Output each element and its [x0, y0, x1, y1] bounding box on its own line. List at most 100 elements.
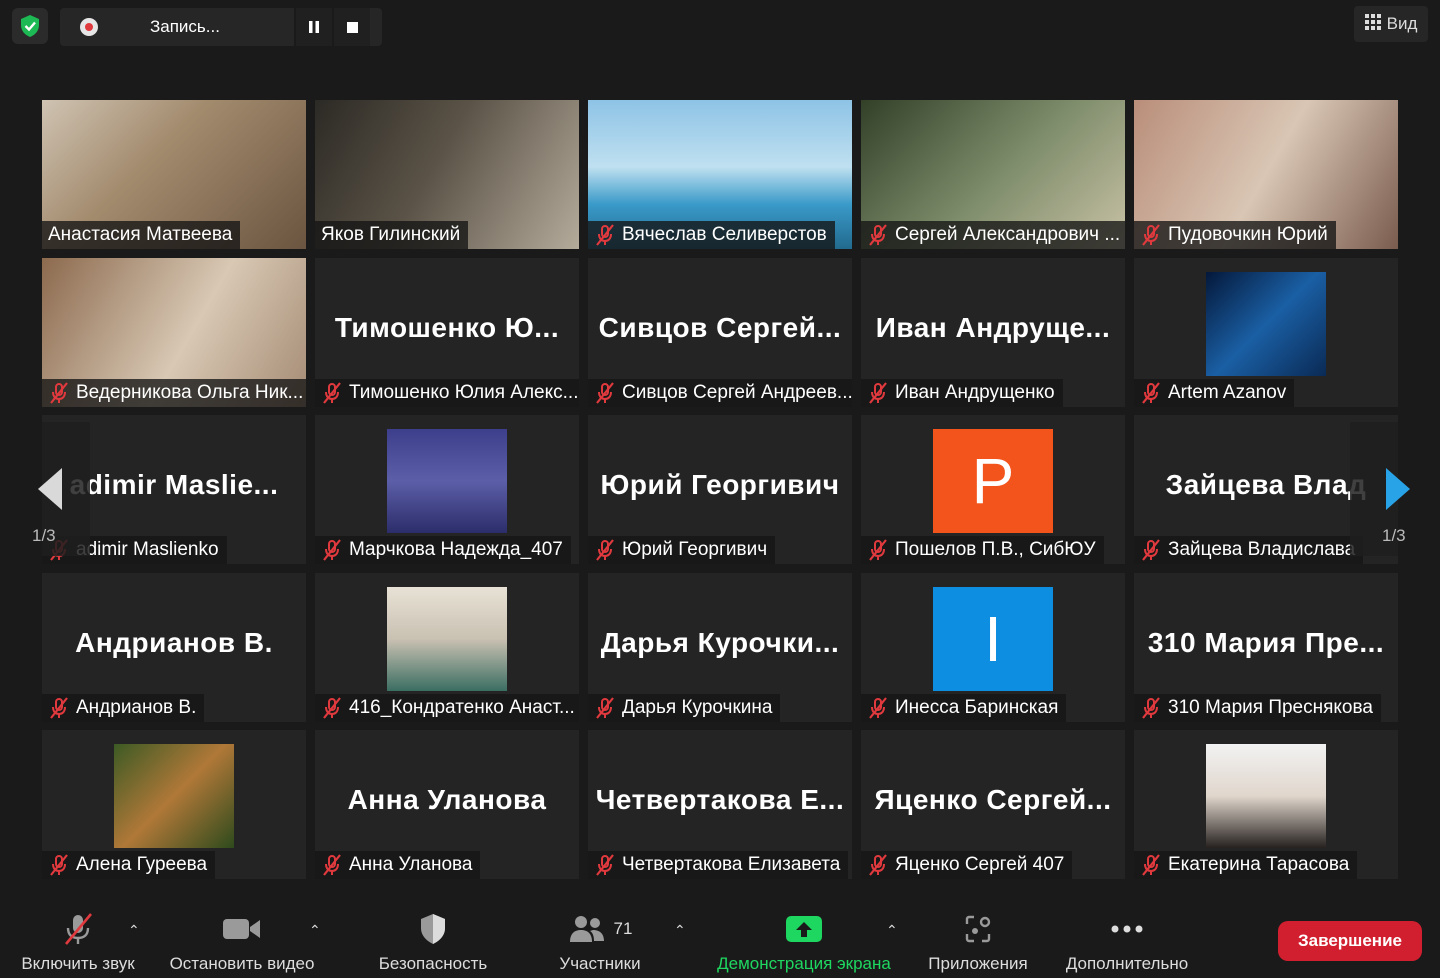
security-shield-icon[interactable] [12, 8, 48, 44]
participant-display-name: Андрианов В. [75, 627, 273, 658]
muted-mic-icon [321, 697, 343, 719]
page-indicator-left: 1/3 [32, 526, 56, 545]
participant-tile[interactable]: Алена Гуреева [42, 730, 306, 879]
more-button[interactable]: Дополнительно [1056, 898, 1198, 978]
participant-tile[interactable]: Пудовочкин Юрий [1134, 100, 1398, 249]
participant-name: Андрианов В. [76, 697, 197, 718]
audio-options-chevron-icon[interactable]: ⌃ [128, 922, 140, 939]
participant-tile[interactable]: Юрий Георгивич Юрий Георгивич [588, 415, 852, 564]
participant-name-label: Зайцева Владислава [1134, 536, 1364, 564]
muted-mic-icon [48, 697, 70, 719]
muted-mic-icon [867, 539, 889, 561]
apps-button[interactable]: Приложения [918, 898, 1038, 978]
participant-name: Пошелов П.В., СибЮУ [895, 539, 1096, 560]
participant-tile[interactable]: I Инесса Баринская [861, 573, 1125, 722]
muted-mic-icon [594, 224, 616, 246]
muted-mic-icon [867, 224, 889, 246]
recording-indicator-icon [80, 18, 98, 36]
muted-mic-icon [1140, 697, 1162, 719]
participants-button[interactable]: 71 Участники [548, 898, 652, 978]
more-label: Дополнительно [1065, 954, 1189, 973]
participant-name: Юрий Георгивич [622, 539, 768, 560]
muted-mic-icon [594, 382, 616, 404]
participant-tile[interactable]: Сивцов Сергей... Сивцов Сергей Андреев... [588, 258, 852, 407]
participant-avatar [387, 587, 507, 691]
muted-mic-icon [594, 854, 616, 876]
participant-name: Яценко Сергей 407 [895, 854, 1065, 875]
participant-tile[interactable]: Ведерникова Ольга Ник... [42, 258, 306, 407]
participant-name-label: Инесса Баринская [861, 694, 1067, 722]
stop-video-label: Остановить видео [169, 954, 315, 973]
participant-name-label: Анастасия Матвеева [42, 221, 241, 249]
participant-name-label: Пошелов П.В., СибЮУ [861, 536, 1104, 564]
participant-name-label: Четвертакова Елизавета [588, 851, 849, 879]
participant-tile[interactable]: Четвертакова Е... Четвертакова Елизавета [588, 730, 852, 879]
stop-video-button[interactable]: Остановить видео [162, 898, 322, 978]
pause-recording-button[interactable] [294, 8, 332, 46]
participant-name-label: Яков Гилинский [315, 221, 469, 249]
participant-avatar-letter: P [933, 429, 1053, 533]
participant-display-name: Иван Андруще... [875, 312, 1111, 343]
participant-tile[interactable]: P Пошелов П.В., СибЮУ [861, 415, 1125, 564]
participant-tile[interactable]: Тимошенко Ю... Тимошенко Юлия Алекс... [315, 258, 579, 407]
participant-display-name: Четвертакова Е... [595, 784, 845, 815]
participant-name: Яков Гилинский [321, 224, 461, 245]
participant-name-label: Анна Уланова [315, 851, 481, 879]
participant-name-label: Андрианов В. [42, 694, 205, 722]
unmute-label: Включить звук [21, 954, 135, 973]
participant-tile[interactable]: Сергей Александрович ... [861, 100, 1125, 249]
participant-tile[interactable]: Яценко Сергей... Яценко Сергей 407 [861, 730, 1125, 879]
participant-name-label: Artem Azanov [1134, 379, 1295, 407]
participant-name: Марчкова Надежда_407 [349, 539, 563, 560]
view-label: Вид [1386, 14, 1418, 33]
participant-tile[interactable]: Анна Уланова Анна Уланова [315, 730, 579, 879]
end-meeting-button[interactable]: Завершение [1278, 921, 1422, 961]
share-screen-button[interactable]: Демонстрация экрана [708, 898, 900, 978]
participant-tile[interactable]: Иван Андруще... Иван Андрущенко [861, 258, 1125, 407]
participant-name-label: Дарья Курочкина [588, 694, 781, 722]
participant-name: Анастасия Матвеева [48, 224, 233, 245]
participant-name: Алена Гуреева [76, 854, 208, 875]
participant-name: Екатерина Тарасова [1168, 854, 1350, 875]
muted-mic-icon [594, 697, 616, 719]
security-button[interactable]: Безопасность [372, 898, 494, 978]
participant-tile[interactable]: Вячеслав Селиверстов [588, 100, 852, 249]
video-options-chevron-icon[interactable]: ⌃ [309, 922, 321, 939]
muted-mic-icon [1140, 382, 1162, 404]
page-indicator-right: 1/3 [1382, 526, 1406, 545]
participant-tile[interactable]: Artem Azanov [1134, 258, 1398, 407]
recording-bar: Запись... [60, 8, 382, 46]
participant-tile[interactable]: Дарья Курочки... Дарья Курочкина [588, 573, 852, 722]
participant-tile[interactable]: 416_Кондратенко Анаст... [315, 573, 579, 722]
participant-name-label: Сергей Александрович ... [861, 221, 1125, 249]
participant-display-name: Тимошенко Ю... [334, 312, 560, 343]
participant-display-name: Дарья Курочки... [600, 627, 840, 658]
participants-icon [569, 916, 604, 942]
participant-name-label: Иван Андрущенко [861, 379, 1063, 407]
grid-icon [1364, 13, 1381, 35]
participant-avatar [114, 744, 234, 848]
participant-display-name: Яценко Сергей... [874, 784, 1112, 815]
participant-tile[interactable]: Андрианов В. Андрианов В. [42, 573, 306, 722]
participant-avatar [1206, 272, 1326, 376]
participant-tile[interactable]: Екатерина Тарасова [1134, 730, 1398, 879]
participants-options-chevron-icon[interactable]: ⌃ [674, 922, 686, 939]
participant-avatar [1206, 744, 1326, 848]
stop-recording-button[interactable] [332, 8, 370, 46]
participant-tile[interactable]: Яков Гилинский [315, 100, 579, 249]
view-button[interactable]: Вид [1354, 6, 1428, 42]
participant-tile[interactable]: 310 Мария Пре... 310 Мария Преснякова [1134, 573, 1398, 722]
participant-name: 416_Кондратенко Анаст... [349, 697, 575, 718]
participant-display-name: 310 Мария Пре... [1147, 627, 1385, 658]
muted-mic-icon [594, 539, 616, 561]
participant-name: Сергей Александрович ... [895, 224, 1121, 245]
participants-count: 71 [613, 919, 633, 938]
apps-icon [963, 912, 993, 946]
participant-name: Дарья Курочкина [622, 697, 773, 718]
unmute-button[interactable]: Включить звук [14, 898, 142, 978]
participant-name-label: Екатерина Тарасова [1134, 851, 1358, 879]
share-options-chevron-icon[interactable]: ⌃ [886, 922, 898, 939]
participant-tile[interactable]: Анастасия Матвеева [42, 100, 306, 249]
participant-name-label: Пудовочкин Юрий [1134, 221, 1336, 249]
participant-tile[interactable]: Марчкова Надежда_407 [315, 415, 579, 564]
